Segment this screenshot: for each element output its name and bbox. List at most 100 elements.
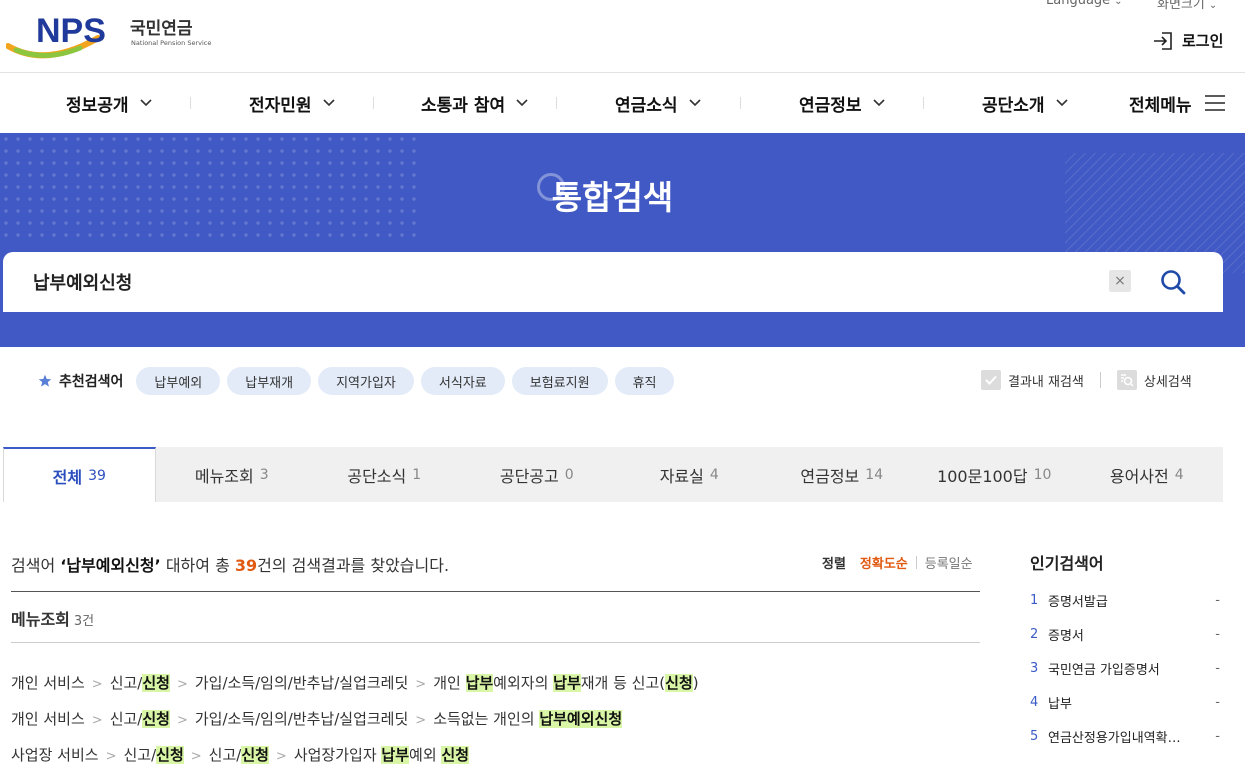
gnb-divider (740, 97, 741, 109)
search-icon[interactable] (1158, 267, 1188, 297)
path-separator: > (91, 677, 103, 692)
sort-options: 정렬 정확도순 등록일순 (822, 553, 973, 572)
path-segment: 개인 납부예외자의 납부재개 등 신고(신청) (433, 674, 699, 692)
menu-result-row[interactable]: 사업장 서비스 > 신고/신청 > 신고/신청 > 사업장가입자 납부예외 신청 (11, 744, 469, 765)
check-icon (985, 375, 997, 385)
popular-keywords-title: 인기검색어 (1030, 554, 1104, 573)
keyword-highlight: 신청 (156, 746, 184, 764)
keyword-highlight: 납부 (465, 674, 494, 692)
site-header: NPS 국민연금 National Pension Service Langua… (0, 0, 1245, 73)
divider (11, 642, 980, 643)
tab-library[interactable]: 자료실 4 (613, 447, 766, 502)
gnb-item-eservice[interactable]: 전자민원 (249, 74, 336, 132)
chevron-down-icon (872, 99, 885, 107)
logo-english: National Pension Service (131, 39, 211, 47)
detail-search-label[interactable]: 상세검색 (1144, 371, 1192, 390)
path-separator: > (176, 677, 188, 692)
gnb-item-news[interactable]: 연금소식 (615, 74, 702, 132)
path-segment: 신고/신청 (123, 746, 184, 764)
path-segment: 개인 서비스 (11, 674, 85, 692)
recommended-keywords: 추천검색어 납부예외 납부재개 지역가입자 서식자료 보험료지원 휴직 (38, 367, 681, 395)
chevron-down-icon: ⌄ (1208, 0, 1218, 11)
keyword-chip[interactable]: 휴직 (614, 367, 675, 395)
path-segment: 사업장 서비스 (11, 746, 99, 764)
nps-logo[interactable]: NPS 국민연금 National Pension Service (5, 12, 216, 66)
search-input[interactable] (33, 264, 1083, 300)
search-options: 결과내 재검색 상세검색 (981, 370, 1192, 390)
search-banner: 통합검색 × (0, 133, 1245, 347)
login-button[interactable]: 로그인 (1152, 30, 1223, 51)
chevron-down-icon (139, 99, 152, 107)
path-separator: > (190, 749, 202, 764)
tab-news[interactable]: 공단소식 1 (308, 447, 461, 502)
path-segment: 신고/신청 (110, 710, 170, 728)
divider (11, 591, 980, 592)
popular-keyword-item[interactable]: 1 증명서발급 - (1030, 590, 1220, 610)
tab-all[interactable]: 전체 39 (3, 447, 156, 502)
keyword-highlight: 신청 (142, 710, 170, 728)
menu-result-row[interactable]: 개인 서비스 > 신고/신청 > 가입/소득/임의/반추납/실업크레딧 > 개인 납부예외자… (11, 672, 699, 693)
sort-accuracy[interactable]: 정확도순 (860, 553, 908, 572)
popular-keyword-item[interactable]: 5 연금산정용가입내역확… - (1030, 726, 1220, 746)
path-text: 신고/ (109, 710, 143, 728)
research-label[interactable]: 결과내 재검색 (1008, 371, 1084, 390)
keyword-highlight: 신청 (142, 674, 170, 692)
zoom-select[interactable]: 화면크기 ⌄ (1157, 0, 1217, 12)
keyword-chip[interactable]: 납부재개 (227, 367, 312, 395)
tab-pension-info[interactable]: 연금정보 14 (766, 447, 919, 502)
chevron-down-icon: ⌄ (1114, 0, 1123, 7)
path-text: 개인 서비스 (11, 710, 85, 728)
keyword-highlight: 신청 (441, 746, 469, 764)
recommended-label: 추천검색어 (38, 371, 123, 391)
path-text: 예외자의 (493, 674, 554, 692)
keyword-highlight: 납부예외신청 (539, 710, 623, 728)
path-text: ) (692, 674, 699, 692)
menu-result-row[interactable]: 개인 서비스 > 신고/신청 > 가입/소득/임의/반추납/실업크레딧 > 소득없는 개인의… (11, 708, 623, 729)
tab-glossary[interactable]: 용어사전 4 (1071, 447, 1224, 502)
path-text: 신고/ (208, 746, 242, 764)
login-label: 로그인 (1182, 32, 1224, 50)
gnb-divider (373, 97, 374, 109)
path-segment: 가입/소득/임의/반추납/실업크레딧 (195, 674, 408, 692)
search-term: ‘납부예외신청’ (60, 556, 161, 575)
path-separator: > (105, 749, 117, 764)
tab-faq[interactable]: 100문100답 10 (918, 447, 1071, 502)
divider (1099, 372, 1101, 388)
keyword-chip[interactable]: 보험료지원 (511, 367, 608, 395)
popular-keyword-item[interactable]: 3 국민연금 가입증명서 - (1030, 658, 1220, 678)
keyword-chip[interactable]: 납부예외 (136, 367, 221, 395)
gnb-item-pension-info[interactable]: 연금정보 (799, 74, 886, 132)
sort-label: 정렬 (822, 557, 846, 572)
path-text: 사업장 서비스 (11, 746, 99, 764)
path-text: 소득없는 개인의 (433, 710, 540, 728)
star-icon (38, 374, 52, 387)
path-segment: 사업장가입자 납부예외 신청 (294, 746, 469, 764)
path-segment: 신고/신청 (209, 746, 269, 764)
chevron-down-icon (322, 99, 335, 107)
gnb-item-about[interactable]: 공단소개 (982, 74, 1069, 132)
clear-search-button[interactable]: × (1109, 270, 1131, 292)
path-text: 신고/ (123, 746, 157, 764)
detail-search-icon[interactable] (1116, 370, 1137, 390)
close-icon: × (1114, 273, 1126, 289)
divider (915, 556, 917, 569)
hamburger-icon (1204, 95, 1225, 111)
path-separator: > (415, 677, 427, 692)
page-title: 통합검색 (551, 178, 674, 217)
popular-keyword-item[interactable]: 4 납부 - (1030, 692, 1220, 712)
path-segment: 신고/신청 (110, 674, 170, 692)
path-separator: > (275, 749, 287, 764)
sort-date[interactable]: 등록일순 (925, 553, 973, 572)
gnb-item-info[interactable]: 정보공개 (66, 74, 153, 132)
all-menu-button[interactable]: 전체메뉴 (1129, 74, 1226, 132)
research-checkbox[interactable] (981, 370, 1001, 390)
tab-menu[interactable]: 메뉴조회 3 (156, 447, 309, 502)
gnb-item-communication[interactable]: 소통과 참여 (421, 74, 529, 132)
popular-keyword-item[interactable]: 2 증명서 - (1030, 624, 1220, 644)
language-select[interactable]: Language ⌄ (1046, 0, 1123, 8)
path-text: 가입/소득/임의/반추납/실업크레딧 (194, 710, 409, 728)
keyword-chip[interactable]: 서식자료 (420, 367, 505, 395)
path-text: 예외 (409, 746, 442, 764)
keyword-chip[interactable]: 지역가입자 (318, 367, 414, 395)
tab-notice[interactable]: 공단공고 0 (461, 447, 614, 502)
